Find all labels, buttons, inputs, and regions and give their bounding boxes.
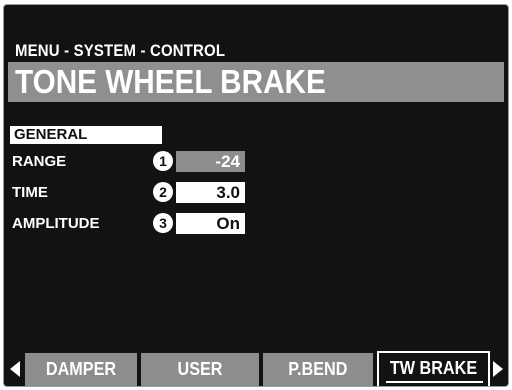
number-badge-3: 3 <box>153 213 173 233</box>
param-row-time[interactable]: TIME 2 3.0 <box>4 181 508 205</box>
arrow-left-icon[interactable] <box>10 361 20 377</box>
arrow-right-icon[interactable] <box>493 361 503 377</box>
tab-tw-brake[interactable]: TW BRAKE <box>377 351 490 386</box>
tab-label-tw-brake: TW BRAKE <box>389 358 478 378</box>
tab-label-user: USER <box>177 359 223 379</box>
tab-user[interactable]: USER <box>141 353 259 386</box>
number-badge-2: 2 <box>153 182 173 202</box>
section-label: GENERAL <box>14 126 88 143</box>
param-value-amplitude[interactable]: On <box>176 213 245 234</box>
active-tab-underline <box>386 381 483 383</box>
tab-label-damper: DAMPER <box>45 359 117 379</box>
title-bar: TONE WHEEL BRAKE <box>8 62 504 102</box>
param-row-range[interactable]: RANGE 1 -24 <box>4 150 508 174</box>
page-title: TONE WHEEL BRAKE <box>15 63 326 100</box>
section-header-general: GENERAL <box>10 126 162 144</box>
breadcrumb: MENU - SYSTEM - CONTROL <box>15 41 226 60</box>
tab-bar: DAMPER USER P.BEND TW BRAKE <box>4 350 508 386</box>
param-label-amplitude: AMPLITUDE <box>12 215 100 232</box>
param-label-time: TIME <box>12 184 48 201</box>
param-value-range[interactable]: -24 <box>176 151 245 172</box>
display-screen: MENU - SYSTEM - CONTROL TONE WHEEL BRAKE… <box>4 5 508 386</box>
tab-label-p-bend: P.BEND <box>288 359 348 379</box>
param-value-time[interactable]: 3.0 <box>176 182 245 203</box>
tab-damper[interactable]: DAMPER <box>25 353 137 386</box>
param-label-range: RANGE <box>12 153 67 170</box>
tab-p-bend[interactable]: P.BEND <box>263 353 373 386</box>
param-row-amplitude[interactable]: AMPLITUDE 3 On <box>4 212 508 236</box>
number-badge-1: 1 <box>153 151 173 171</box>
